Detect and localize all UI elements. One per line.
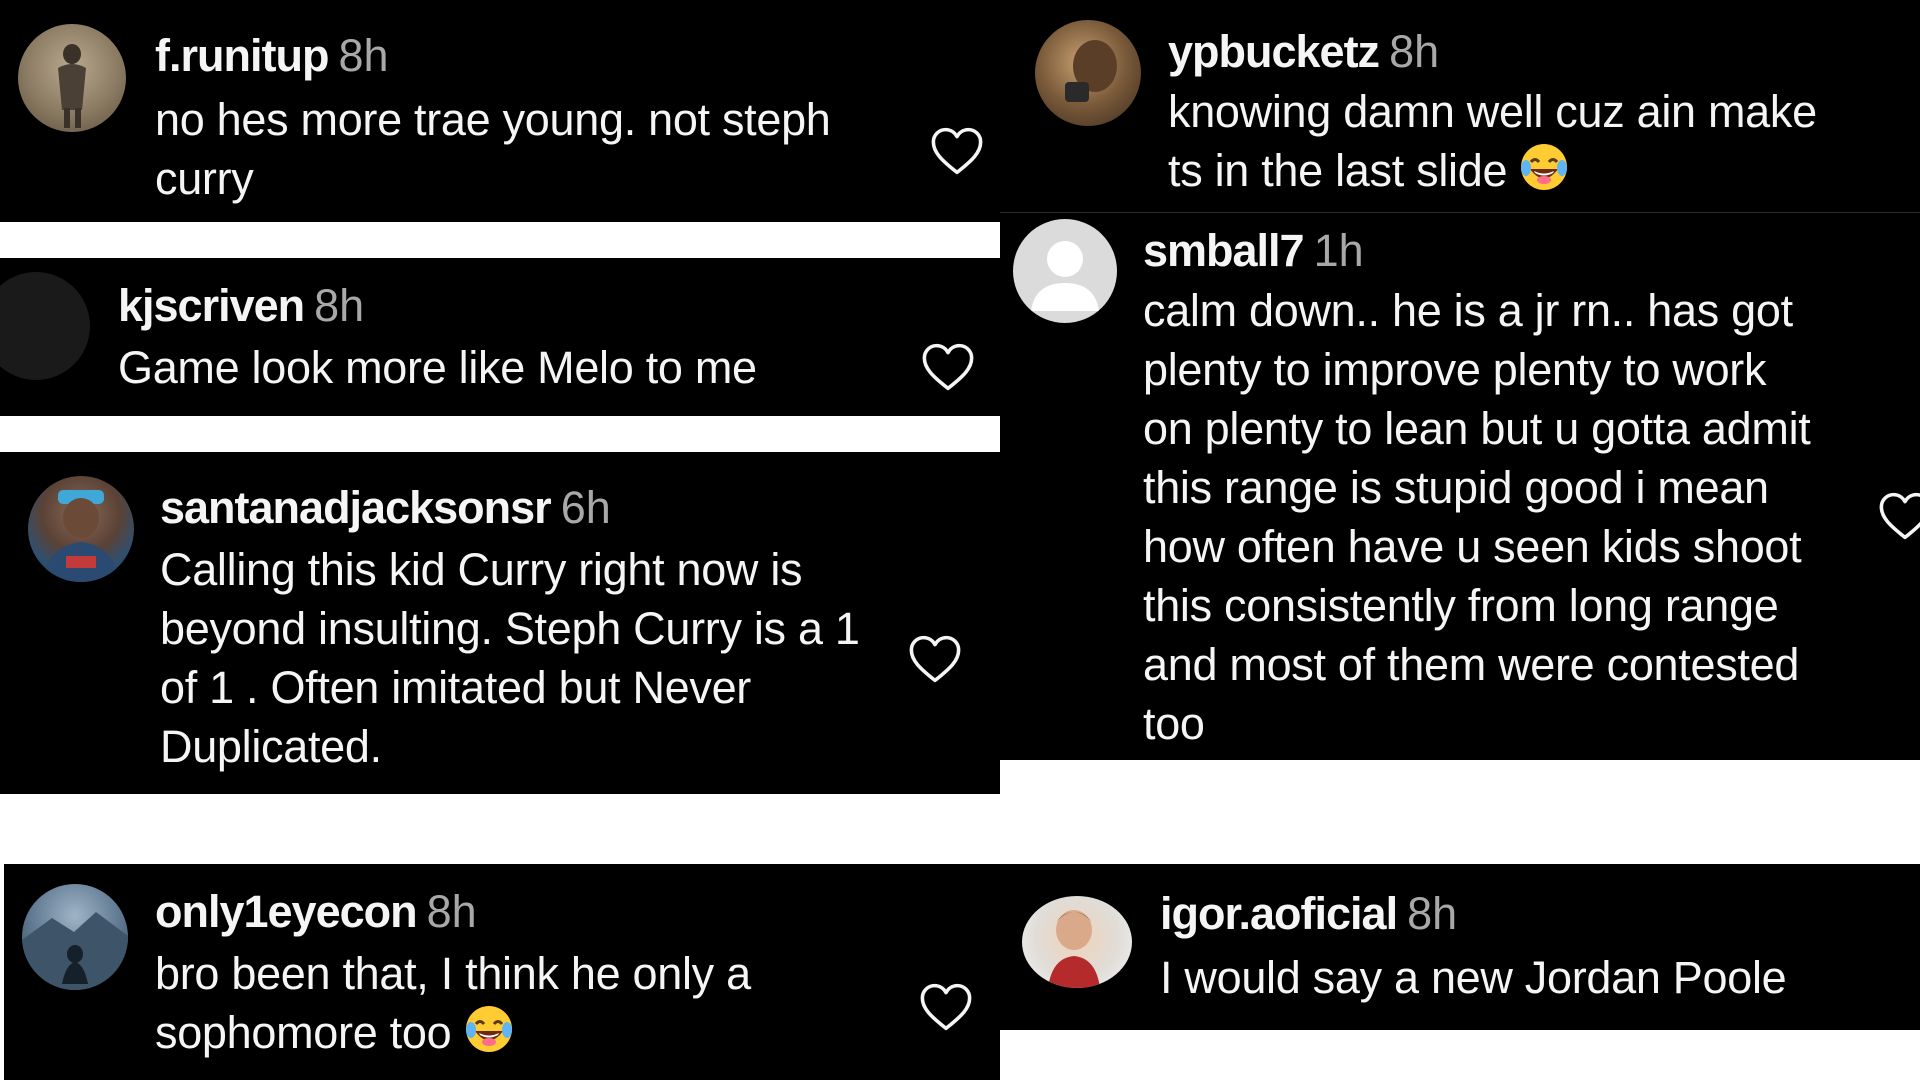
comment-card: igor.aoficial 8h I would say a new Jordan…: [1000, 864, 1920, 1030]
username-link[interactable]: smball7: [1143, 225, 1305, 276]
username-link[interactable]: f.runitup: [155, 30, 329, 81]
comment-line: on plenty to lean but u gotta admit: [1143, 403, 1811, 454]
username-row: ypbucketz 8h: [1168, 26, 1439, 78]
comment-timestamp: 1h: [1313, 225, 1364, 276]
comment-card: smball7 1h calm down.. he is a jr rn.. ha…: [1000, 212, 1920, 760]
comment-line-text: ts in the last slide: [1168, 145, 1508, 196]
comment-card: santanadjacksonsr 6h Calling this kid Cur…: [0, 452, 1000, 794]
comment-line: knowing damn well cuz ain make: [1168, 86, 1817, 137]
heart-outline-icon[interactable]: [921, 342, 975, 392]
avatar[interactable]: [1035, 20, 1141, 126]
comment-card: f.runitup 8h no hes more trae young. not …: [0, 0, 1000, 222]
avatar-figure-icon: [58, 44, 86, 128]
heart-outline-icon[interactable]: [908, 634, 962, 684]
username-row: kjscriven 8h: [118, 280, 364, 332]
username-row: f.runitup 8h: [155, 30, 389, 82]
comment-line: no hes more trae young. not steph: [155, 94, 831, 145]
avatar[interactable]: [28, 476, 134, 582]
comment-card: only1eyecon 8h bro been that, I think he …: [4, 864, 1000, 1080]
avatar-child-icon: [1048, 910, 1100, 988]
comment-text: I would say a new Jordan Poole: [1160, 948, 1787, 1007]
avatar-silhouette-icon: [22, 912, 128, 990]
avatar-photo-icon: [1065, 40, 1117, 102]
comment-line: Game look more like Melo to me: [118, 342, 757, 393]
username-link[interactable]: ypbucketz: [1168, 26, 1380, 77]
avatar[interactable]: [1022, 896, 1132, 988]
comment-line: this consistently from long range: [1143, 580, 1779, 631]
username-row: santanadjacksonsr 6h: [160, 482, 611, 534]
comment-line: Duplicated.: [160, 721, 382, 772]
comment-line: too: [1143, 698, 1205, 749]
comment-timestamp: 8h: [426, 886, 477, 937]
comment-timestamp: 8h: [1407, 888, 1458, 939]
heart-outline-icon[interactable]: [930, 126, 984, 176]
comment-line: plenty to improve plenty to work: [1143, 344, 1767, 395]
default-user-icon: [1031, 241, 1099, 311]
comment-line: ts in the last slide: [1168, 141, 1817, 206]
avatar[interactable]: [1013, 219, 1117, 323]
comment-timestamp: 8h: [314, 280, 365, 331]
comment-line: curry: [155, 153, 254, 204]
heart-outline-icon[interactable]: [919, 982, 973, 1032]
comment-timestamp: 8h: [1389, 26, 1440, 77]
heart-outline-icon[interactable]: [1878, 491, 1920, 541]
comment-text: knowing damn well cuz ain make ts in the…: [1168, 82, 1817, 206]
avatar[interactable]: [0, 272, 90, 380]
comment-line: I would say a new Jordan Poole: [1160, 952, 1787, 1003]
comment-text: no hes more trae young. not steph curry: [155, 90, 831, 208]
comment-timestamp: 8h: [338, 30, 389, 81]
comment-line: how often have u seen kids shoot: [1143, 521, 1802, 572]
face-with-tears-of-joy-icon: [464, 1004, 514, 1068]
comment-text: Game look more like Melo to me: [118, 338, 757, 397]
comment-card: ypbucketz 8h knowing damn well cuz ain ma…: [1000, 0, 1920, 212]
avatar-portrait-icon: [42, 490, 120, 582]
face-with-tears-of-joy-icon: [1519, 142, 1569, 206]
username-link[interactable]: igor.aoficial: [1160, 888, 1398, 939]
comment-line: and most of them were contested: [1143, 639, 1800, 690]
username-link[interactable]: santanadjacksonsr: [160, 482, 552, 533]
username-row: only1eyecon 8h: [155, 886, 477, 938]
username-link[interactable]: only1eyecon: [155, 886, 418, 937]
username-row: smball7 1h: [1143, 225, 1364, 277]
avatar[interactable]: [22, 884, 128, 990]
comment-line: this range is stupid good i mean: [1143, 462, 1769, 513]
comment-card: kjscriven 8h Game look more like Melo to …: [0, 258, 1000, 416]
comment-line: of 1 . Often imitated but Never: [160, 662, 751, 713]
comment-line: bro been that, I think he only a: [155, 948, 751, 999]
comment-line-text: sophomore too: [155, 1007, 452, 1058]
username-link[interactable]: kjscriven: [118, 280, 305, 331]
comment-line: beyond insulting. Steph Curry is a 1: [160, 603, 860, 654]
comment-line: Calling this kid Curry right now is: [160, 544, 803, 595]
comment-line: calm down.. he is a jr rn.. has got: [1143, 285, 1793, 336]
comment-text: calm down.. he is a jr rn.. has got plen…: [1143, 281, 1811, 753]
comment-line: sophomore too: [155, 1003, 751, 1068]
username-row: igor.aoficial 8h: [1160, 888, 1457, 940]
comment-text: Calling this kid Curry right now is beyo…: [160, 540, 860, 776]
avatar[interactable]: [18, 24, 126, 132]
comment-text: bro been that, I think he only a sophomo…: [155, 944, 751, 1068]
comment-timestamp: 6h: [560, 482, 611, 533]
